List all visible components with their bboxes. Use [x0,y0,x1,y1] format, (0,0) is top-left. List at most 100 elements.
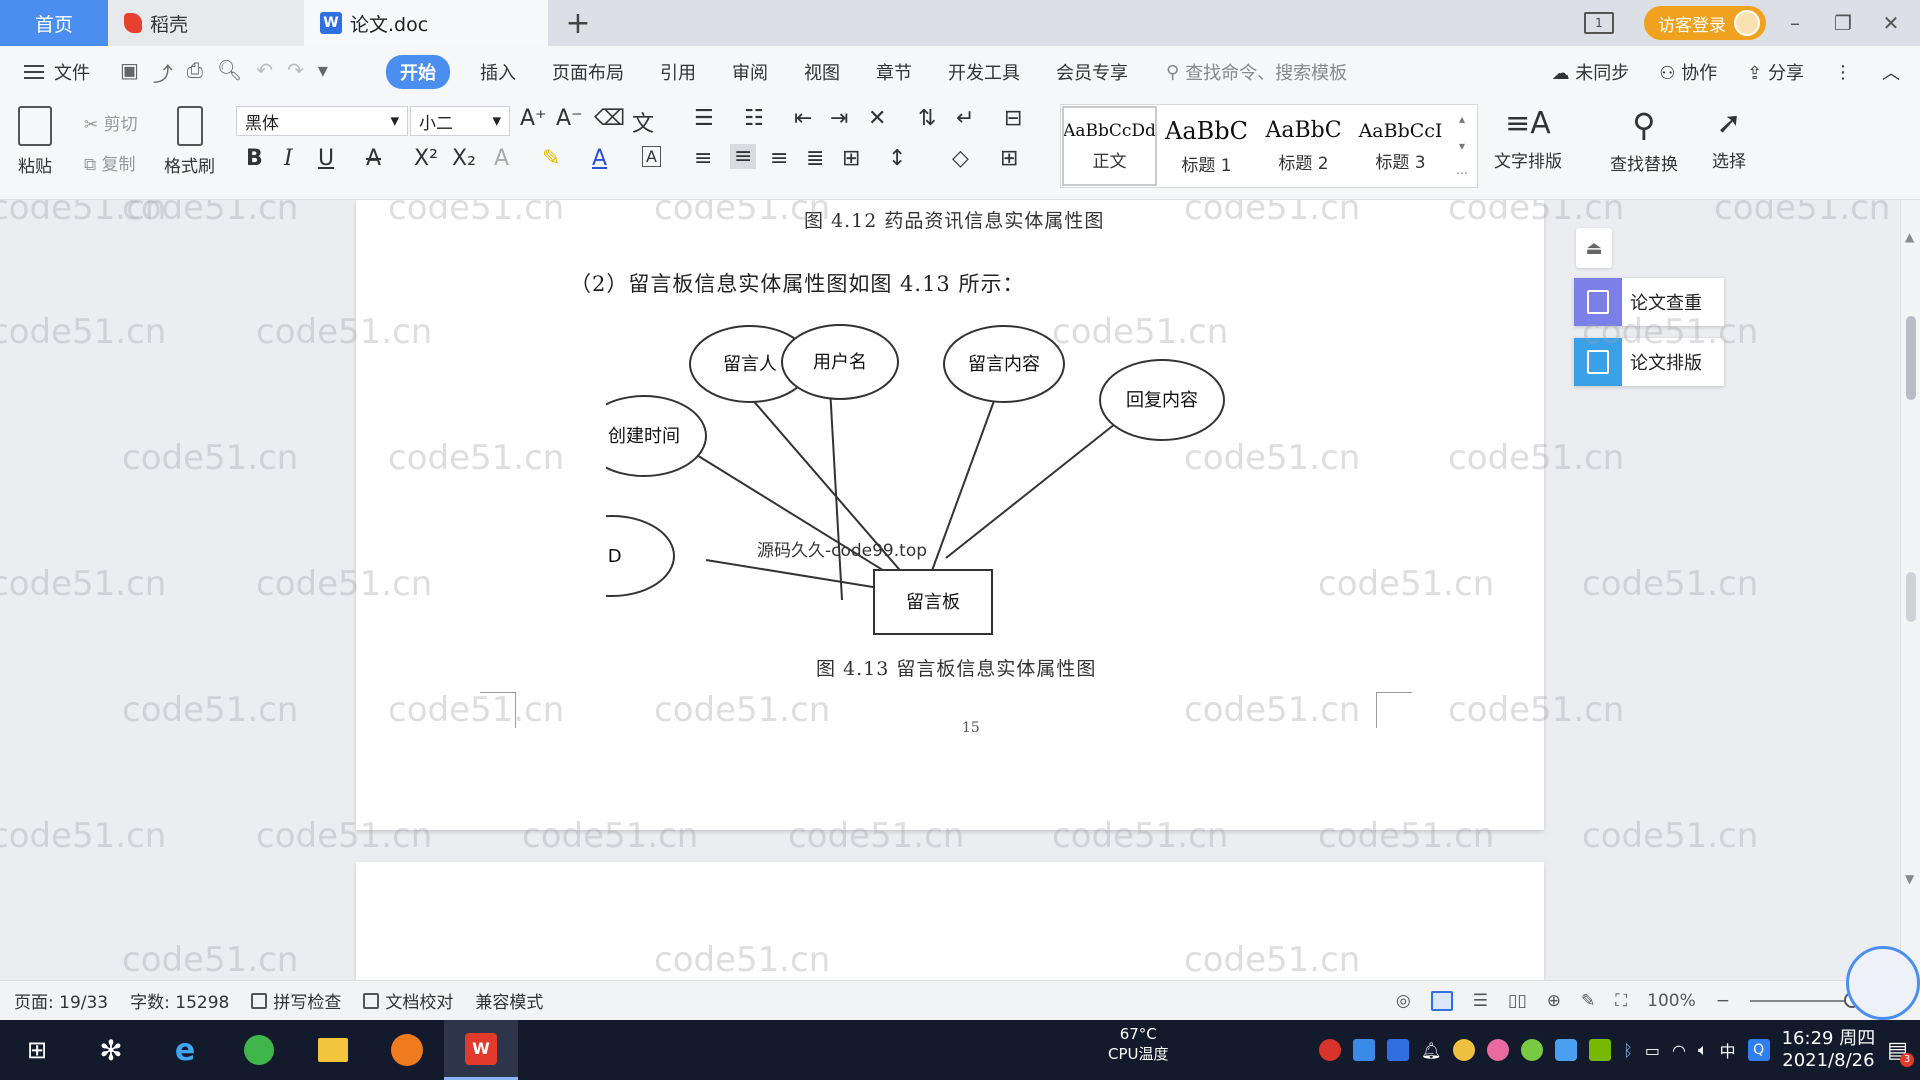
tab-document[interactable]: W 论文.doc [304,0,548,46]
border-icon[interactable]: ⊞ [1000,146,1018,171]
vertical-scrollbar[interactable]: ▲ ▼ [1900,200,1920,980]
thesis-layout-button[interactable]: 论文排版 [1574,338,1724,386]
sogou-input-icon[interactable]: Q [1747,1039,1770,1061]
find-replace-button[interactable]: ⚲ 查找替换 [1610,106,1678,175]
minimize-icon[interactable]: – [1776,11,1814,35]
menu-tab-reference[interactable]: 引用 [660,59,696,85]
spell-check-toggle[interactable]: 拼写检查 [251,988,341,1013]
chevron-down-icon[interactable]: ▾ [1459,139,1465,153]
zoom-slider[interactable] [1750,992,1860,1008]
cut-button[interactable]: ✂ 剪切 [84,110,138,135]
shrink-font-icon[interactable]: A⁻ [556,106,583,131]
style-heading-3[interactable]: AaBbCcI 标题 3 [1352,105,1449,187]
char-border-icon[interactable]: A [642,146,661,167]
more-icon[interactable]: ⋮ [1834,62,1852,83]
redo-icon[interactable]: ↷ [287,58,304,87]
tray-app-icon[interactable] [1318,1039,1341,1061]
taskbar-app-360[interactable] [222,1020,296,1080]
tab-stop-icon[interactable]: ⊟ [1004,106,1022,131]
document-page[interactable]: 图 4.12 药品资讯信息实体属性图 （2）留言板信息实体属性图如图 4.13 … [356,200,1544,830]
close-icon[interactable]: ✕ [1872,11,1910,35]
taskbar-app-ie[interactable]: e [148,1020,222,1080]
highlight-icon[interactable]: ✎ [542,146,560,171]
paste-button[interactable]: 粘贴 [18,106,52,177]
justify-icon[interactable]: ≣ [806,146,824,171]
side-panel-collapse-button[interactable]: ⏏ [1576,228,1612,268]
align-right-icon[interactable]: ≡ [770,146,788,171]
document-area[interactable]: 图 4.12 药品资讯信息实体属性图 （2）留言板信息实体属性图如图 4.13 … [0,200,1900,980]
convert-icon[interactable]: ⤴ [153,58,173,87]
guest-login-button[interactable]: 访客登录 [1644,6,1766,40]
strikethrough-icon[interactable]: A [366,146,381,171]
distribute-icon[interactable]: ⊞ [842,146,860,171]
style-gallery-scroll[interactable]: ▴ ▾ ⋯ [1449,105,1475,187]
outline-view-icon[interactable]: ☰ [1473,991,1488,1011]
restore-icon[interactable]: ❐ [1824,11,1862,35]
clear-format-icon[interactable]: ⌫ [594,106,625,131]
edit-pen-icon[interactable]: ✎ [1581,991,1595,1011]
menu-tab-review[interactable]: 审阅 [732,59,768,85]
page-view-icon[interactable] [1430,991,1453,1011]
scroll-down-icon[interactable]: ▼ [1905,872,1914,886]
style-heading-2[interactable]: AaBbC 标题 2 [1255,105,1352,187]
menu-tab-view[interactable]: 视图 [804,59,840,85]
bluetooth-icon[interactable]: ᛒ [1623,1041,1633,1060]
bullet-list-icon[interactable]: ☰ [694,106,714,131]
grow-font-icon[interactable]: A⁺ [520,106,547,131]
tab-daoke[interactable]: 稻壳 [108,0,304,46]
superscript-icon[interactable]: X² [414,146,438,171]
taskbar-app-explorer[interactable] [296,1020,370,1080]
increase-indent-icon[interactable]: ⇥ [830,106,848,131]
copy-button[interactable]: ⧉ 复制 [84,150,136,175]
command-search[interactable]: ⚲ 查找命令、搜索模板 [1166,59,1347,85]
taskbar-app-wps[interactable]: W [444,1020,518,1080]
tab-home[interactable]: 首页 [0,0,108,46]
format-painter-button[interactable]: 格式刷 [164,106,215,177]
paragraph-mark-icon[interactable]: ↵ [956,106,974,131]
taskbar-app-pinwheel[interactable]: ✻ [74,1020,148,1080]
style-normal[interactable]: AaBbCcDd 正文 [1061,105,1158,187]
nvidia-icon[interactable] [1589,1039,1612,1061]
new-tab-button[interactable]: + [548,0,608,46]
tray-app-icon[interactable] [1352,1039,1375,1061]
notification-center-icon[interactable]: ▤ 3 [1887,1038,1914,1067]
tray-app-icon[interactable] [1521,1039,1544,1061]
zoom-level[interactable]: 100% [1647,991,1696,1011]
collapse-ribbon-icon[interactable]: ︿ [1882,59,1900,85]
chinese-layout-icon[interactable]: ✕ [868,106,886,131]
save-icon[interactable]: ▣ [120,58,139,87]
scrollbar-thumb[interactable] [1906,316,1916,400]
text-layout-button[interactable]: ≡A 文字排版 [1494,106,1562,172]
volume-icon[interactable]: 🔈︎ [1698,1040,1708,1060]
undo-icon[interactable]: ↶ [256,58,273,87]
font-size-select[interactable]: 小二 ▾ [410,106,510,136]
start-button[interactable]: ⊞ [0,1020,74,1080]
qq-icon[interactable] [1453,1039,1476,1061]
menu-tab-member[interactable]: 会员专享 [1056,59,1128,85]
reading-mode-icon[interactable]: 1 [1584,12,1614,34]
wifi-icon[interactable]: ◠ [1672,1041,1686,1060]
assistant-avatar[interactable] [1846,946,1920,1020]
fit-page-icon[interactable]: ⛶ [1615,991,1627,1011]
style-heading-1[interactable]: AaBbC 标题 1 [1158,105,1255,187]
decrease-indent-icon[interactable]: ⇤ [794,106,812,131]
font-name-select[interactable]: 黑体 ▾ [236,106,408,136]
menu-tab-start[interactable]: 开始 [386,55,450,89]
print-icon[interactable]: ⎙ [187,58,203,87]
tray-app-icon[interactable] [1555,1039,1578,1061]
menu-tab-chapter[interactable]: 章节 [876,59,912,85]
scroll-up-icon[interactable]: ▲ [1905,230,1914,244]
share-button[interactable]: ⇪ 分享 [1747,59,1804,85]
word-count[interactable]: 字数: 15298 [130,988,229,1013]
select-button[interactable]: ➚ 选择 [1712,106,1746,172]
read-view-icon[interactable]: ▯▯ [1508,991,1527,1011]
eye-protect-icon[interactable]: ◎ [1396,991,1411,1011]
font-color-icon[interactable]: A [592,146,607,171]
quick-more-icon[interactable]: ▾ [318,58,328,87]
print-preview-icon[interactable]: 🔍︎ [217,58,242,87]
next-document-page[interactable] [356,862,1544,980]
numbered-list-icon[interactable]: ☷ [744,106,764,131]
menu-tab-layout[interactable]: 页面布局 [552,59,624,85]
taskbar-app-recorder[interactable] [370,1020,444,1080]
proofread-button[interactable]: 文档校对 [363,988,453,1013]
